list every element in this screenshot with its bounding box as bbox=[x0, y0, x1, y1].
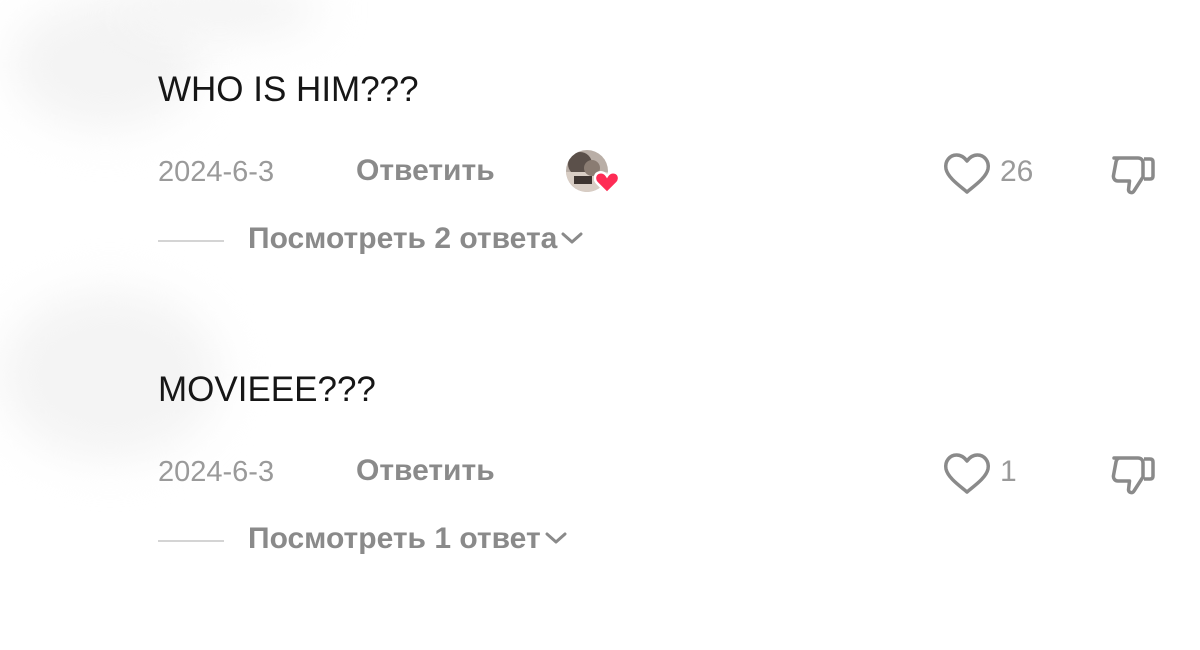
chevron-down-icon bbox=[561, 232, 583, 244]
view-replies-label: Посмотреть 2 ответа bbox=[248, 222, 558, 255]
divider bbox=[158, 540, 224, 542]
thumbs-down-icon[interactable] bbox=[1108, 150, 1158, 200]
comment-date: 2024-6-3 bbox=[158, 456, 275, 488]
comment-text: MOVIEEE??? bbox=[158, 370, 376, 409]
view-replies-button[interactable]: Посмотреть 1 ответ bbox=[248, 522, 567, 556]
thumbs-down-icon[interactable] bbox=[1108, 450, 1158, 500]
view-replies-row: Посмотреть 2 ответа bbox=[158, 220, 758, 260]
heart-outline-icon[interactable] bbox=[942, 150, 992, 196]
divider bbox=[158, 240, 224, 242]
chevron-down-icon bbox=[545, 532, 567, 544]
heart-outline-icon[interactable] bbox=[942, 450, 992, 496]
like-count: 26 bbox=[1000, 155, 1034, 188]
comment-text: WHO IS HIM??? bbox=[158, 70, 419, 109]
reply-button[interactable]: Ответить bbox=[356, 154, 495, 188]
creator-heart-icon bbox=[593, 170, 621, 195]
view-replies-label: Посмотреть 1 ответ bbox=[248, 522, 541, 555]
view-replies-row: Посмотреть 1 ответ bbox=[158, 520, 758, 560]
comment-item: WHO IS HIM??? 2024-6-3 Ответить 26 Посмо… bbox=[158, 70, 1168, 350]
comment-meta: 2024-6-3 Ответить 26 bbox=[158, 150, 1158, 196]
like-count: 1 bbox=[1000, 455, 1017, 488]
comment-date: 2024-6-3 bbox=[158, 156, 275, 188]
creator-liked-badge bbox=[566, 150, 621, 198]
reply-button[interactable]: Ответить bbox=[356, 454, 495, 488]
comment-item: MOVIEEE??? 2024-6-3 Ответить 1 Посмотрет… bbox=[158, 370, 1168, 650]
comment-meta: 2024-6-3 Ответить 1 bbox=[158, 450, 1158, 496]
view-replies-button[interactable]: Посмотреть 2 ответа bbox=[248, 222, 583, 256]
